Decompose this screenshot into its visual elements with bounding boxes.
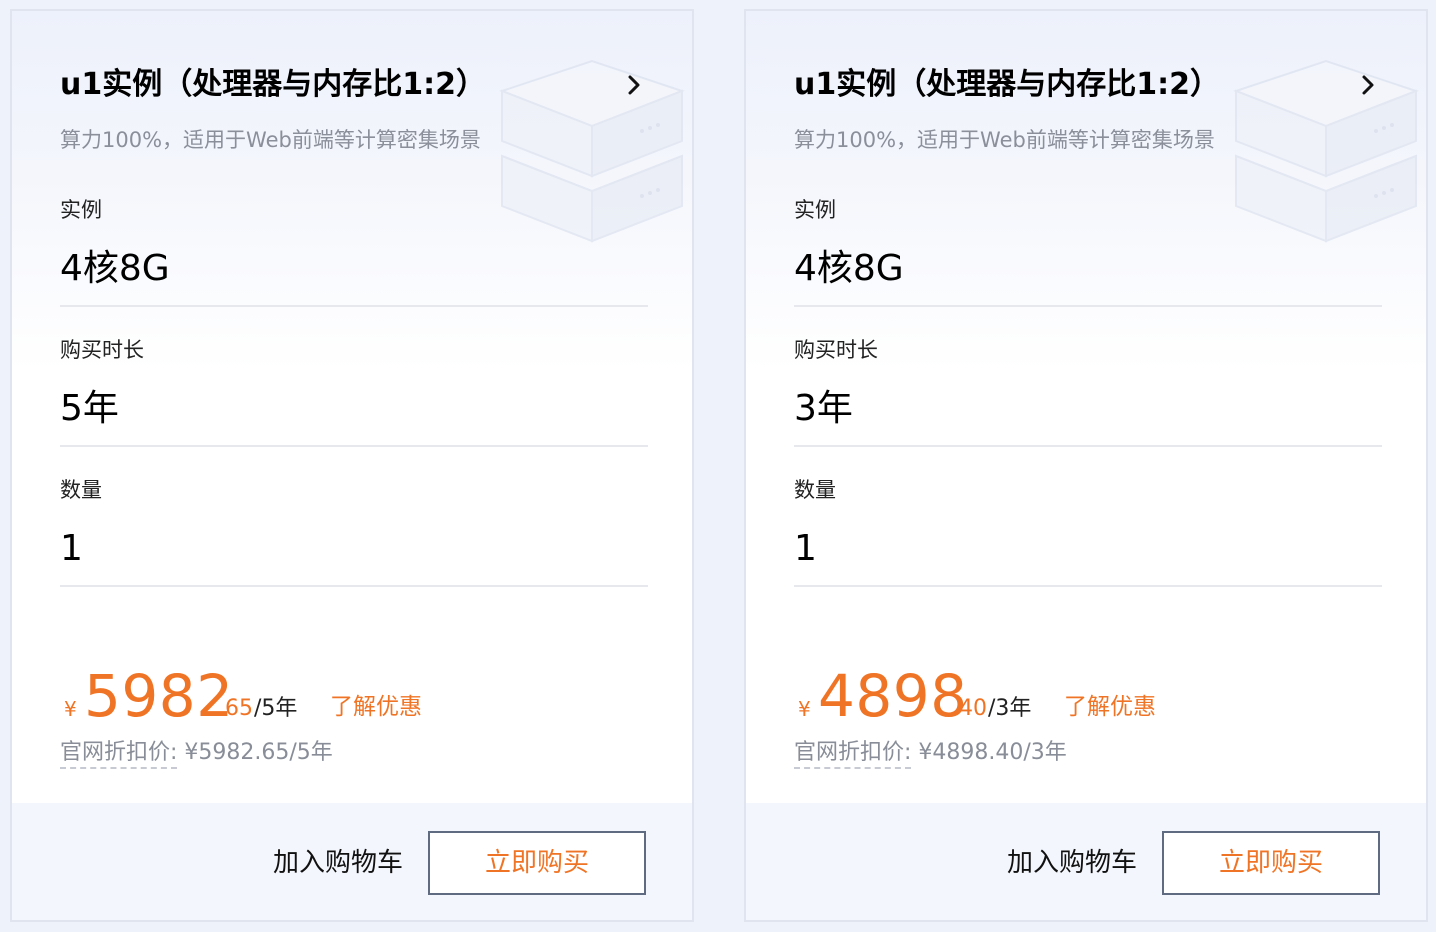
buy-now-button[interactable]: 立即购买 (1162, 831, 1380, 895)
duration-section: 购买时长 5年 (60, 335, 648, 433)
currency-symbol: ¥ (64, 697, 77, 721)
duration-section: 购买时长 3年 (794, 335, 1382, 433)
card-title: u1实例（处理器与内存比1:2） (60, 67, 486, 102)
divider (60, 445, 648, 447)
instance-label: 实例 (60, 198, 102, 222)
add-to-cart-button[interactable]: 加入购物车 (258, 831, 418, 895)
card-title-row[interactable]: u1实例（处理器与内存比1:2） (60, 63, 648, 107)
divider (794, 445, 1382, 447)
price-row: ¥ 4898 .40 /3年 了解优惠 (794, 662, 1382, 737)
quantity-label: 数量 (60, 478, 102, 502)
divider (60, 305, 648, 307)
price-decimal: .65 (218, 696, 253, 721)
chevron-right-icon[interactable] (1354, 71, 1382, 99)
official-price: 官网折扣价: ¥5982.65/5年 (60, 733, 333, 773)
quantity-section: 数量 1 (60, 475, 648, 573)
official-price-label[interactable]: 官网折扣价: (794, 740, 912, 769)
quantity-section: 数量 1 (794, 475, 1382, 573)
divider (794, 305, 1382, 307)
duration-value: 3年 (794, 388, 853, 429)
divider (794, 585, 1382, 587)
duration-label: 购买时长 (60, 338, 144, 362)
instance-section: 实例 4核8G (60, 195, 648, 293)
price-decimal: .40 (952, 696, 987, 721)
product-card-3-year: u1实例（处理器与内存比1:2） 算力100%，适用于Web前端等计算密集场景 … (744, 9, 1428, 922)
price-row: ¥ 5982 .65 /5年 了解优惠 (60, 662, 648, 737)
card-subtitle: 算力100%，适用于Web前端等计算密集场景 (794, 128, 1215, 152)
card-subtitle: 算力100%，适用于Web前端等计算密集场景 (60, 128, 481, 152)
instance-section: 实例 4核8G (794, 195, 1382, 293)
price-integer: 4898 (818, 662, 968, 730)
official-price-value: ¥5982.65/5年 (177, 740, 333, 765)
price-integer: 5982 (84, 662, 234, 730)
instance-label: 实例 (794, 198, 836, 222)
official-price: 官网折扣价: ¥4898.40/3年 (794, 733, 1067, 773)
quantity-label: 数量 (794, 478, 836, 502)
duration-label: 购买时长 (794, 338, 878, 362)
buy-now-button[interactable]: 立即购买 (428, 831, 646, 895)
card-title-row[interactable]: u1实例（处理器与内存比1:2） (794, 63, 1382, 107)
instance-value: 4核8G (794, 248, 904, 289)
official-price-value: ¥4898.40/3年 (911, 740, 1067, 765)
price-unit: /5年 (254, 696, 298, 721)
official-price-label[interactable]: 官网折扣价: (60, 740, 178, 769)
product-card-5-year: u1实例（处理器与内存比1:2） 算力100%，适用于Web前端等计算密集场景 … (10, 9, 694, 922)
price-unit: /3年 (988, 696, 1032, 721)
currency-symbol: ¥ (798, 697, 811, 721)
add-to-cart-button[interactable]: 加入购物车 (992, 831, 1152, 895)
divider (60, 585, 648, 587)
product-cards: u1实例（处理器与内存比1:2） 算力100%，适用于Web前端等计算密集场景 … (0, 0, 1436, 932)
quantity-value: 1 (60, 528, 83, 569)
promo-link[interactable]: 了解优惠 (330, 685, 422, 729)
quantity-value: 1 (794, 528, 817, 569)
instance-value: 4核8G (60, 248, 170, 289)
card-title: u1实例（处理器与内存比1:2） (794, 67, 1220, 102)
chevron-right-icon[interactable] (620, 71, 648, 99)
duration-value: 5年 (60, 388, 119, 429)
promo-link[interactable]: 了解优惠 (1064, 685, 1156, 729)
